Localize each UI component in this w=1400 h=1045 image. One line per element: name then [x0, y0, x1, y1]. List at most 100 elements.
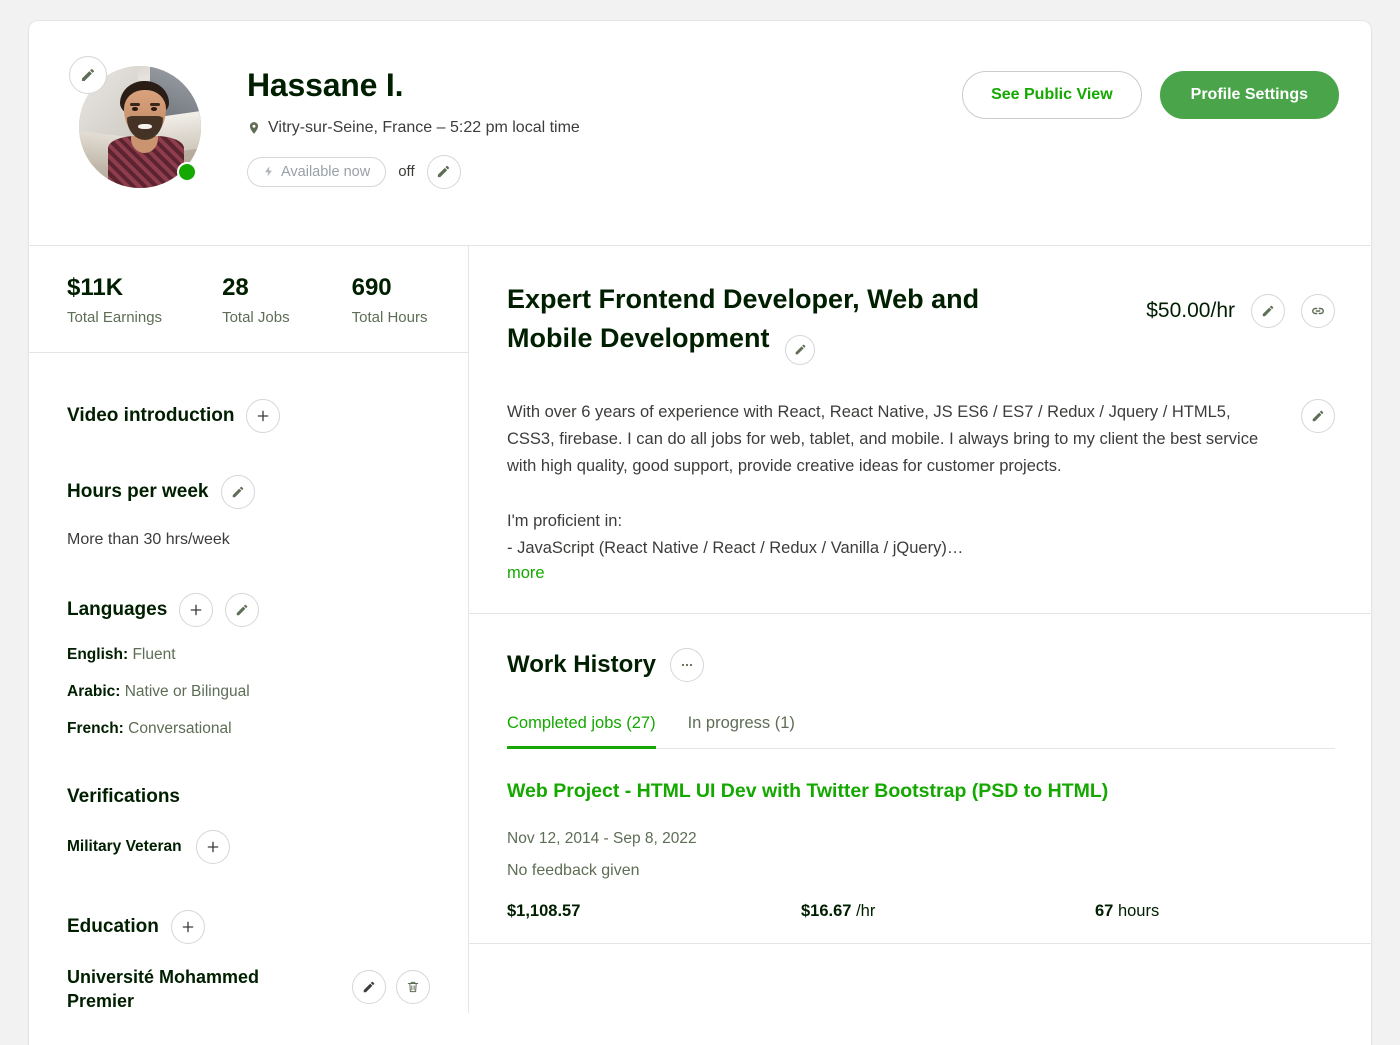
profile-settings-button[interactable]: Profile Settings — [1159, 71, 1339, 119]
work-history-tabs: Completed jobs (27) In progress (1) — [507, 714, 1335, 749]
plus-icon — [205, 839, 221, 855]
education-header: Education — [67, 909, 430, 944]
hours-per-week-value: More than 30 hrs/week — [67, 530, 230, 548]
language-name: English: — [67, 645, 129, 663]
job-hours-unit: hours — [1117, 902, 1160, 921]
see-public-view-button[interactable]: See Public View — [962, 71, 1142, 119]
available-now-label: Available now — [281, 163, 371, 180]
stat-total-earnings: $11K Total Earnings — [67, 274, 162, 326]
available-now-badge[interactable]: Available now — [247, 156, 387, 187]
profile-description: With over 6 years of experience with Rea… — [507, 402, 1259, 557]
avatar-container — [69, 56, 201, 188]
hours-per-week-header: Hours per week — [67, 474, 430, 509]
work-history-section: Work History Completed jobs (27) In prog… — [469, 614, 1371, 749]
hours-per-week-section: Hours per week More than 30 hrs/week — [29, 433, 468, 549]
job-rate-value: $16.67 — [801, 902, 852, 921]
header-actions: See Public View Profile Settings — [962, 71, 1339, 119]
stats-row: $11K Total Earnings 28 Total Jobs 690 To… — [29, 246, 468, 353]
video-introduction-section: Video introduction — [29, 353, 468, 433]
pencil-icon — [794, 343, 807, 356]
education-add-button[interactable] — [170, 909, 205, 944]
profile-body: $11K Total Earnings 28 Total Jobs 690 To… — [29, 246, 1371, 1014]
language-item: French: Conversational — [67, 720, 430, 738]
video-introduction-title: Video introduction — [67, 404, 235, 426]
availability-edit-button[interactable] — [426, 154, 461, 189]
profile-link-button[interactable] — [1301, 294, 1335, 328]
map-pin-icon — [247, 119, 261, 137]
verifications-title: Verifications — [67, 785, 180, 807]
online-status-dot — [177, 162, 197, 182]
languages-add-button[interactable] — [179, 592, 214, 627]
rate-edit-button[interactable] — [1251, 294, 1285, 328]
pencil-icon — [436, 164, 451, 179]
job-figures: $1,108.57 $16.67 /hr 67 hours — [507, 902, 1335, 921]
job-hours-value: 67 — [1095, 902, 1114, 921]
job-hours: 67 hours — [1095, 902, 1295, 921]
stat-total-jobs: 28 Total Jobs — [222, 274, 290, 326]
education-delete-button[interactable] — [396, 969, 430, 1004]
verification-item: Military Veteran — [67, 829, 430, 864]
verification-add-button[interactable] — [195, 829, 230, 864]
plus-icon — [188, 602, 204, 618]
stat-label: Total Jobs — [222, 308, 290, 326]
profile-card: Hassane I. Vitry-sur-Seine, France – 5:2… — [28, 20, 1372, 1045]
verifications-section: Verifications Military Veteran — [29, 738, 468, 864]
stat-total-hours: 690 Total Hours — [352, 274, 428, 326]
education-title: Education — [67, 915, 159, 937]
profile-header: Hassane I. Vitry-sur-Seine, France – 5:2… — [29, 21, 1371, 246]
education-section: Education Université Mohammed Premier — [29, 864, 468, 1014]
education-edit-button[interactable] — [352, 969, 386, 1004]
pencil-icon — [1311, 409, 1325, 423]
link-icon — [1310, 303, 1326, 319]
hours-per-week-title: Hours per week — [67, 480, 209, 502]
language-item: English: Fluent — [67, 646, 430, 664]
language-item: Arabic: Native or Bilingual — [67, 683, 430, 701]
work-history-entry: Web Project - HTML UI Dev with Twitter B… — [469, 749, 1371, 945]
description-row: With over 6 years of experience with Rea… — [507, 398, 1335, 583]
job-feedback: No feedback given — [507, 862, 640, 880]
availability-row: Available now off — [247, 154, 1339, 189]
location-row: Vitry-sur-Seine, France – 5:22 pm local … — [247, 119, 1339, 137]
plus-icon — [255, 408, 271, 424]
lightning-bolt-icon — [263, 164, 274, 179]
ellipsis-icon — [679, 657, 695, 673]
pencil-icon — [80, 67, 96, 83]
pencil-icon — [231, 485, 245, 499]
stat-label: Total Earnings — [67, 308, 163, 326]
language-name: French: — [67, 719, 124, 737]
description-edit-button[interactable] — [1301, 398, 1335, 433]
hours-per-week-edit-button[interactable] — [220, 474, 255, 509]
languages-header: Languages — [67, 592, 430, 627]
languages-title: Languages — [67, 598, 168, 620]
avatar-edit-button[interactable] — [69, 56, 107, 94]
education-item: Université Mohammed Premier — [67, 966, 430, 1014]
stat-label: Total Hours — [351, 308, 428, 326]
video-introduction-add-button[interactable] — [246, 398, 281, 433]
pencil-icon — [235, 603, 249, 617]
work-history-title: Work History — [507, 650, 656, 678]
hourly-rate: $50.00/hr — [1146, 299, 1235, 322]
language-level: Fluent — [132, 645, 176, 663]
work-history-header: Work History — [507, 647, 1335, 682]
trash-icon — [406, 980, 420, 994]
job-title-link[interactable]: Web Project - HTML UI Dev with Twitter B… — [507, 779, 1108, 804]
languages-edit-button[interactable] — [225, 592, 260, 627]
description-block: With over 6 years of experience with Rea… — [507, 399, 1279, 583]
video-introduction-header: Video introduction — [67, 398, 430, 433]
description-more-link[interactable]: more — [507, 564, 545, 583]
job-rate: $16.67 /hr — [801, 902, 1095, 921]
tab-in-progress[interactable]: In progress (1) — [688, 714, 795, 749]
headline-edit-button[interactable] — [785, 334, 816, 365]
language-level: Conversational — [128, 719, 232, 737]
pencil-icon — [362, 980, 376, 994]
tab-completed-jobs[interactable]: Completed jobs (27) — [507, 714, 656, 749]
stat-value: 28 — [222, 274, 249, 301]
availability-state: off — [398, 163, 415, 181]
title-row: Expert Frontend Developer, Web and Mobil… — [507, 280, 1335, 365]
stat-value: $11K — [67, 274, 124, 301]
job-dates: Nov 12, 2014 - Sep 8, 2022 — [507, 830, 697, 848]
main-content: Expert Frontend Developer, Web and Mobil… — [469, 246, 1371, 1013]
languages-section: Languages English: Fluent Arabic: Native… — [29, 549, 468, 738]
profile-overview-block: Expert Frontend Developer, Web and Mobil… — [469, 246, 1371, 614]
work-history-menu-button[interactable] — [669, 647, 704, 682]
